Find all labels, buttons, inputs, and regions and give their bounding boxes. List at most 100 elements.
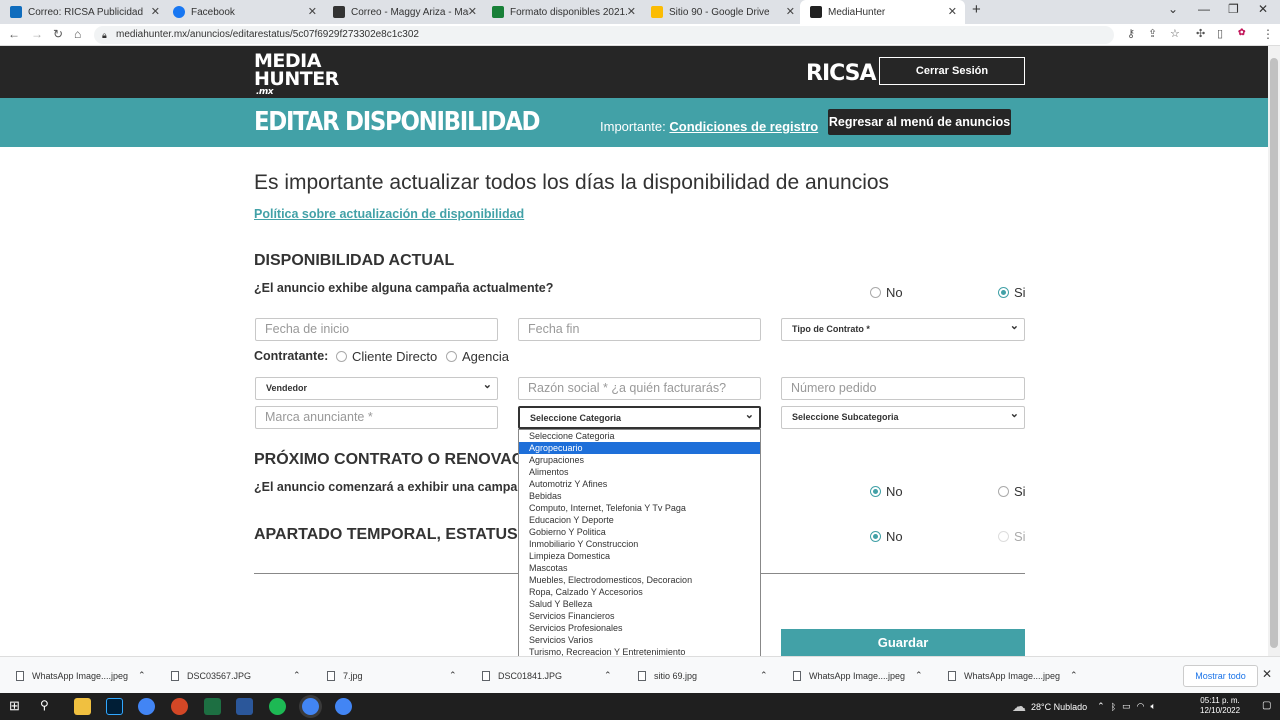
excel-icon[interactable] bbox=[204, 698, 221, 715]
url-field[interactable]: 🔒︎ mediahunter.mx/anuncios/editarestatus… bbox=[94, 26, 1114, 44]
contract-type-select[interactable]: Tipo de Contrato * bbox=[781, 316, 1025, 341]
wifi-icon[interactable]: ◠ bbox=[1137, 701, 1145, 712]
close-tab-icon[interactable]: ✕ bbox=[786, 5, 795, 18]
temporal-yes-radio[interactable]: Si bbox=[998, 529, 1026, 544]
browser-tab[interactable]: Correo - Maggy Ariza - Mail Bas ✕ bbox=[323, 0, 485, 24]
chrome-icon[interactable] bbox=[138, 698, 155, 715]
download-item[interactable]: sitio 69.jpg bbox=[638, 657, 697, 694]
category-option[interactable]: Computo, Internet, Telefonia Y Tv Paga bbox=[519, 502, 760, 514]
reload-icon[interactable]: ↻ bbox=[53, 27, 63, 41]
category-option[interactable]: Gobierno Y Politica bbox=[519, 526, 760, 538]
browser-tab[interactable]: Correo: RICSA Publicidad - Outlo ✕ bbox=[0, 0, 168, 24]
back-to-ads-button[interactable]: Regresar al menú de anuncios bbox=[828, 109, 1011, 135]
chevron-up-icon[interactable]: ⌃ bbox=[1070, 657, 1078, 694]
download-item[interactable]: 7.jpg bbox=[327, 657, 363, 694]
scrollbar-thumb[interactable] bbox=[1270, 58, 1278, 648]
sidebar-icon[interactable]: ▯ bbox=[1217, 27, 1223, 40]
download-item[interactable]: DSC03567.JPG bbox=[171, 657, 251, 694]
chevron-up-icon[interactable]: ⌃ bbox=[915, 657, 923, 694]
page-scrollbar[interactable] bbox=[1268, 46, 1280, 656]
chevron-up-icon[interactable]: ⌃ bbox=[604, 657, 612, 694]
back-icon[interactable]: ← bbox=[8, 27, 20, 41]
category-option[interactable]: Automotriz Y Afines bbox=[519, 478, 760, 490]
next-no-radio[interactable]: No bbox=[870, 484, 903, 499]
search-icon[interactable]: ⚲ bbox=[40, 698, 57, 715]
category-option[interactable]: Ropa, Calzado Y Accesorios bbox=[519, 586, 760, 598]
powerpoint-icon[interactable] bbox=[171, 698, 188, 715]
extensions-icon[interactable]: ✣ bbox=[1196, 27, 1205, 40]
brand-input[interactable]: Marca anunciante * bbox=[255, 406, 498, 429]
close-tab-icon[interactable]: ✕ bbox=[948, 5, 957, 18]
share-icon[interactable]: ⇪ bbox=[1148, 27, 1157, 40]
category-option[interactable]: Servicios Varios bbox=[519, 634, 760, 646]
category-select[interactable]: Seleccione Categoria bbox=[518, 405, 761, 429]
chrome-profile-icon[interactable] bbox=[335, 698, 352, 715]
download-item[interactable]: DSC01841.JPG bbox=[482, 657, 562, 694]
file-explorer-icon[interactable] bbox=[74, 698, 91, 715]
close-tab-icon[interactable]: ✕ bbox=[151, 5, 160, 18]
start-date-input[interactable]: Fecha de inicio bbox=[255, 318, 498, 341]
end-date-input[interactable]: Fecha fin bbox=[518, 318, 761, 341]
chevron-up-icon[interactable]: ⌃ bbox=[138, 657, 146, 694]
chrome-active-icon[interactable] bbox=[302, 698, 319, 715]
word-icon[interactable] bbox=[236, 698, 253, 715]
system-clock[interactable]: 05:11 p. m. 12/10/2022 bbox=[1200, 696, 1240, 716]
bluetooth-icon[interactable]: ᛒ bbox=[1111, 702, 1116, 712]
close-window-icon[interactable]: ✕ bbox=[1258, 2, 1268, 16]
category-option[interactable]: Bebidas bbox=[519, 490, 760, 502]
restore-icon[interactable]: ❐ bbox=[1228, 2, 1239, 16]
photoshop-icon[interactable] bbox=[106, 698, 123, 715]
volume-icon[interactable]: 🔈︎ bbox=[1150, 701, 1155, 712]
next-yes-radio[interactable]: Si bbox=[998, 484, 1026, 499]
seller-select[interactable]: Vendedor bbox=[255, 375, 498, 400]
category-option[interactable]: Educacion Y Deporte bbox=[519, 514, 760, 526]
profile-avatar-icon[interactable]: ✿ bbox=[1238, 27, 1246, 38]
download-item[interactable]: WhatsApp Image....jpeg bbox=[793, 657, 905, 694]
current-no-radio[interactable]: No bbox=[870, 285, 903, 300]
save-button[interactable]: Guardar bbox=[781, 629, 1025, 656]
temporal-no-radio[interactable]: No bbox=[870, 529, 903, 544]
chevron-up-icon[interactable]: ⌃ bbox=[760, 657, 768, 694]
category-option[interactable]: Agrupaciones bbox=[519, 454, 760, 466]
category-option[interactable]: Muebles, Electrodomesticos, Decoracion bbox=[519, 574, 760, 586]
browser-tab[interactable]: Formato disponibles 2021.xlsx - · ✕ bbox=[482, 0, 644, 24]
close-tab-icon[interactable]: ✕ bbox=[308, 5, 317, 18]
forward-icon[interactable]: → bbox=[31, 27, 43, 41]
browser-tab-active[interactable]: MediaHunter ✕ bbox=[800, 0, 965, 24]
logout-button[interactable]: Cerrar Sesión bbox=[879, 57, 1025, 85]
close-download-bar-icon[interactable]: ✕ bbox=[1262, 667, 1272, 681]
menu-icon[interactable]: ⋮ bbox=[1262, 27, 1274, 41]
close-tab-icon[interactable]: ✕ bbox=[627, 5, 636, 18]
category-option[interactable]: Agropecuario bbox=[519, 442, 760, 454]
bookmark-star-icon[interactable]: ☆ bbox=[1170, 27, 1180, 40]
key-icon[interactable]: ⚷ bbox=[1127, 27, 1135, 40]
conditions-link[interactable]: Condiciones de registro bbox=[669, 119, 818, 134]
chevron-up-icon[interactable]: ⌃ bbox=[293, 657, 301, 694]
download-item[interactable]: WhatsApp Image....jpeg bbox=[948, 657, 1060, 694]
category-option[interactable]: Seleccione Categoria bbox=[519, 430, 760, 442]
category-option[interactable]: Limpieza Domestica bbox=[519, 550, 760, 562]
tab-search-icon[interactable]: ⌄ bbox=[1168, 2, 1178, 16]
new-tab-button[interactable]: + bbox=[972, 1, 981, 18]
windows-start-icon[interactable]: ⊞ bbox=[9, 698, 26, 715]
tray-chevron-icon[interactable]: ⌃ bbox=[1097, 701, 1105, 712]
category-option[interactable]: Inmobiliario Y Construccion bbox=[519, 538, 760, 550]
agency-radio[interactable]: Agencia bbox=[446, 349, 509, 364]
browser-tab[interactable]: Sitio 90 - Google Drive ✕ bbox=[641, 0, 803, 24]
notifications-icon[interactable]: ▢ bbox=[1262, 700, 1271, 711]
policy-link[interactable]: Política sobre actualización de disponib… bbox=[254, 207, 524, 221]
spotify-icon[interactable] bbox=[269, 698, 286, 715]
subcategory-select[interactable]: Seleccione Subcategoria bbox=[781, 404, 1025, 429]
direct-client-radio[interactable]: Cliente Directo bbox=[336, 349, 437, 364]
mediahunter-logo[interactable]: MEDIA HUNTER .mx bbox=[254, 52, 339, 97]
minimize-icon[interactable]: — bbox=[1198, 2, 1210, 16]
weather-text[interactable]: 28°C Nublado bbox=[1031, 702, 1087, 712]
browser-tab[interactable]: Facebook ✕ bbox=[163, 0, 325, 24]
order-number-input[interactable]: Número pedido bbox=[781, 377, 1025, 400]
chevron-up-icon[interactable]: ⌃ bbox=[449, 657, 457, 694]
category-option[interactable]: Servicios Profesionales bbox=[519, 622, 760, 634]
current-yes-radio[interactable]: Si bbox=[998, 285, 1026, 300]
download-item[interactable]: WhatsApp Image....jpeg bbox=[16, 657, 128, 694]
network-icon[interactable]: ▭ bbox=[1122, 701, 1131, 712]
category-option[interactable]: Salud Y Belleza bbox=[519, 598, 760, 610]
